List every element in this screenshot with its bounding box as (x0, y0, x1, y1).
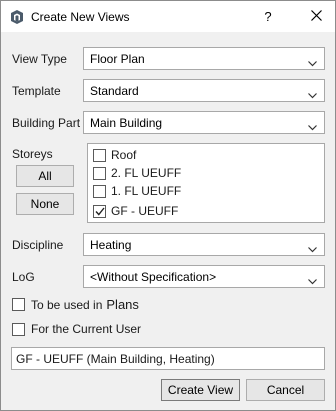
chevron-down-icon (308, 88, 317, 99)
create-view-button[interactable]: Create View (161, 379, 240, 401)
storey-checkbox[interactable] (93, 148, 106, 162)
storey-label: 2. FL UEUFF (111, 166, 182, 180)
window-title: Create New Views (31, 10, 130, 24)
storey-label: 1. FL UEUFF (111, 184, 182, 198)
current-user-label: For the Current User (31, 322, 142, 336)
select-all-button[interactable]: All (16, 165, 74, 187)
chevron-down-icon (308, 242, 317, 253)
building-part-select[interactable]: Main Building (83, 111, 325, 134)
storey-item-1fl[interactable]: 1. FL UEUFF (93, 182, 181, 200)
cancel-button[interactable]: Cancel (246, 379, 325, 401)
checkmark-icon (94, 207, 105, 216)
storey-item-roof[interactable]: Roof (93, 146, 136, 164)
view-type-label: View Type (12, 52, 67, 66)
view-type-select[interactable]: Floor Plan (83, 47, 325, 70)
log-value: <Without Specification> (90, 269, 217, 284)
used-in-plans-option[interactable]: To be used in Plans (12, 297, 139, 312)
chevron-down-icon (308, 274, 317, 285)
title-bar: Create New Views ? (1, 1, 335, 32)
chevron-down-icon (308, 120, 317, 131)
used-in-label: To be used in (31, 297, 103, 312)
building-part-label: Building Part (12, 116, 81, 130)
building-part-value: Main Building (90, 115, 163, 130)
help-button[interactable]: ? (254, 1, 282, 32)
current-user-checkbox[interactable] (12, 322, 25, 336)
template-label: Template (12, 84, 61, 98)
discipline-select[interactable]: Heating (83, 233, 325, 256)
log-label: LoG (12, 270, 35, 284)
view-name-value: GF - UEUFF (Main Building, Heating) (16, 351, 215, 366)
current-user-option[interactable]: For the Current User (12, 322, 141, 336)
used-in-value: Plans (106, 297, 139, 312)
storey-checkbox[interactable] (93, 204, 106, 218)
close-icon (310, 9, 322, 24)
app-logo-icon (10, 9, 24, 25)
storey-label: Roof (111, 148, 137, 162)
storey-checkbox[interactable] (93, 166, 106, 180)
storey-item-gf[interactable]: GF - UEUFF (93, 202, 178, 220)
discipline-value: Heating (90, 237, 132, 252)
template-select[interactable]: Standard (83, 79, 325, 102)
create-new-views-dialog: Create New Views ? View Type Floor Plan … (0, 0, 336, 411)
close-button[interactable] (297, 1, 335, 32)
template-value: Standard (90, 83, 139, 98)
storeys-label: Storeys (12, 147, 53, 161)
discipline-label: Discipline (12, 238, 64, 252)
view-type-value: Floor Plan (90, 51, 145, 66)
log-select[interactable]: <Without Specification> (83, 265, 325, 288)
select-none-button[interactable]: None (16, 193, 74, 215)
used-in-plans-checkbox[interactable] (12, 298, 25, 311)
storeys-list[interactable]: Roof 2. FL UEUFF 1. FL UEUFF GF - UEUFF (87, 143, 325, 223)
view-name-input[interactable]: GF - UEUFF (Main Building, Heating) (11, 347, 325, 370)
chevron-down-icon (308, 56, 317, 67)
storey-item-2fl[interactable]: 2. FL UEUFF (93, 164, 181, 182)
storey-checkbox[interactable] (93, 184, 106, 198)
storey-label: GF - UEUFF (111, 204, 179, 218)
